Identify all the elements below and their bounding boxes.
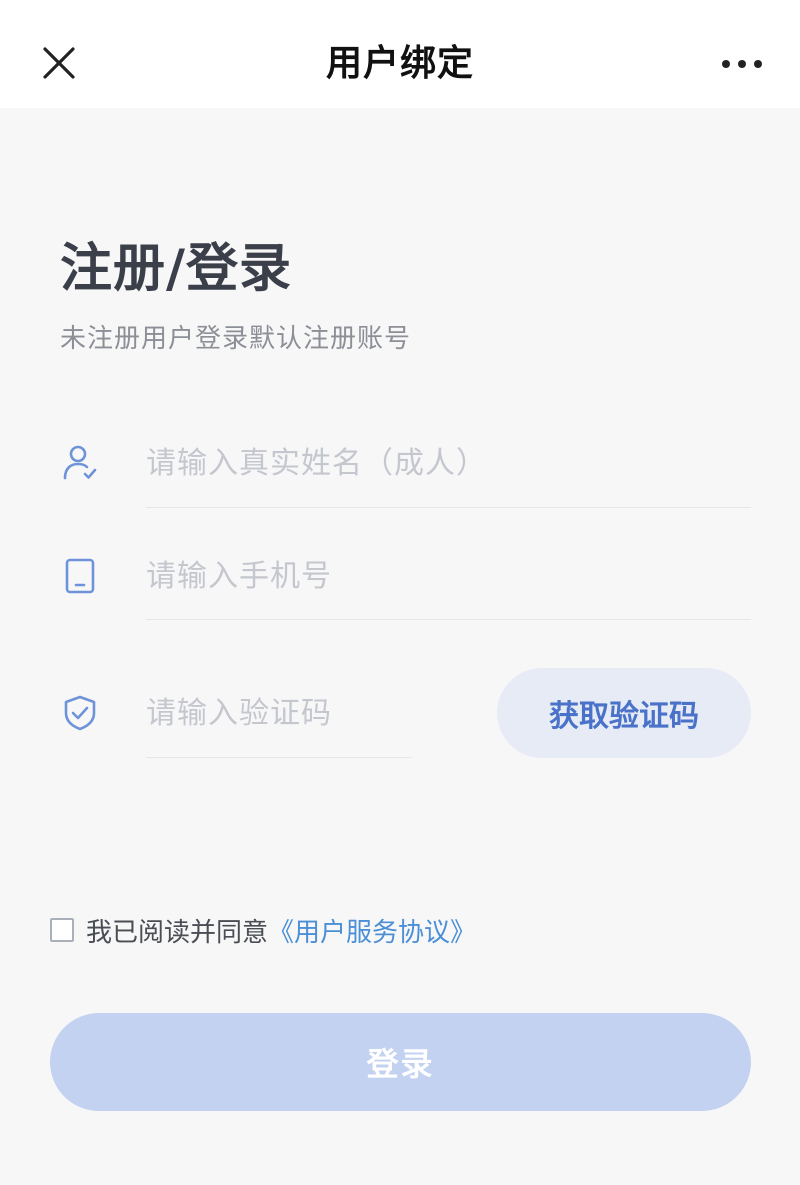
login-button[interactable]: 登录: [50, 1013, 751, 1111]
name-input[interactable]: [146, 440, 746, 486]
code-input[interactable]: [146, 690, 411, 736]
shield-icon: [60, 693, 100, 733]
nav-bar: 用户绑定: [0, 0, 800, 108]
code-divider: [146, 757, 412, 758]
agreement-text: 我已阅读并同意: [86, 917, 269, 948]
page-title: 注册/登录: [60, 239, 292, 299]
more-icon: [722, 60, 762, 68]
phone-divider: [146, 619, 751, 620]
agreement-row: 我已阅读并同意 《用户服务协议》: [50, 910, 476, 950]
get-code-button[interactable]: 获取验证码: [497, 668, 751, 758]
agreement-link[interactable]: 《用户服务协议》: [268, 912, 476, 949]
page: 用户绑定 注册/登录 未注册用户登录默认注册账号 请输入真实姓名（成人） 请输入…: [0, 0, 800, 1185]
name-divider: [146, 507, 751, 508]
phone-icon: [60, 556, 100, 596]
user-icon: [60, 443, 100, 483]
agreement-checkbox[interactable]: [50, 918, 74, 942]
nav-title: 用户绑定: [325, 43, 474, 84]
more-button[interactable]: [714, 44, 770, 84]
page-subtitle: 未注册用户登录默认注册账号: [60, 324, 412, 354]
phone-input[interactable]: [146, 553, 746, 599]
